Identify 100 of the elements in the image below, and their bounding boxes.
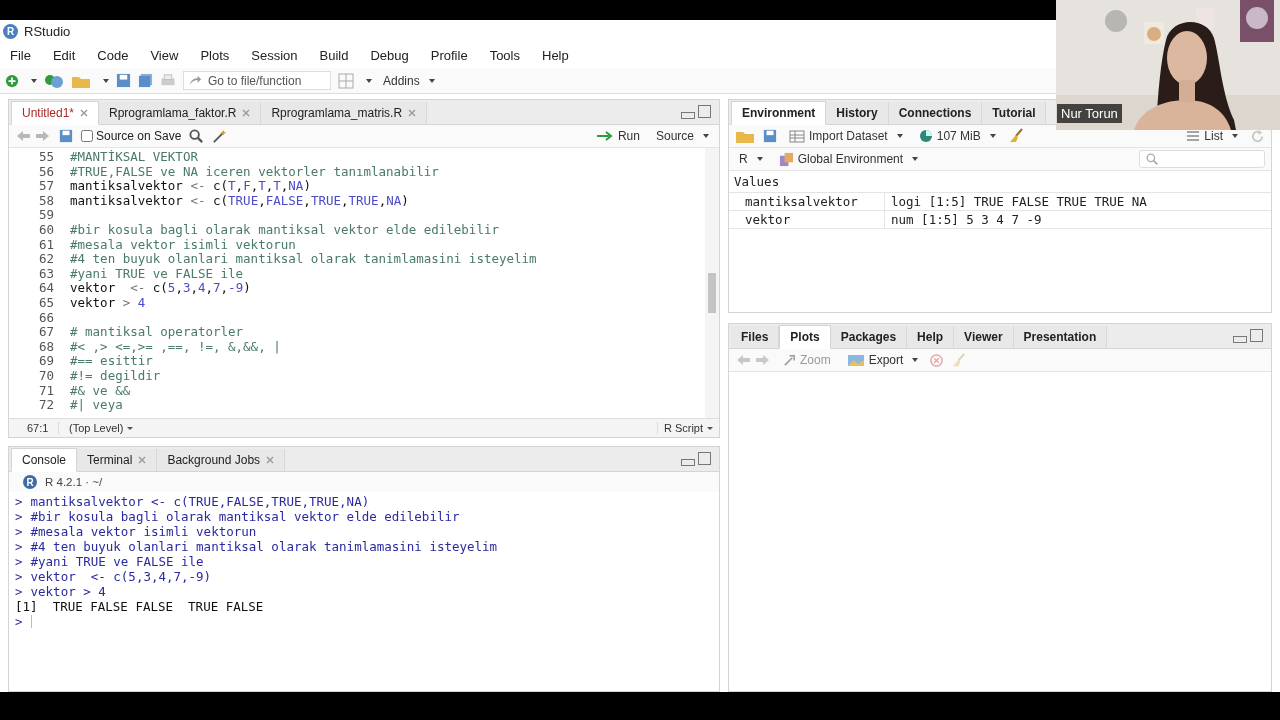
menu-item[interactable]: Session [243, 47, 306, 63]
close-icon[interactable] [138, 456, 147, 464]
table-icon [789, 129, 805, 143]
r-version: R 4.2.1 · ~/ [45, 476, 103, 488]
console-tab[interactable]: Terminal [77, 449, 158, 471]
variable-value: num [1:5] 5 3 4 7 -9 [890, 211, 1042, 228]
files-tab[interactable]: Presentation [1013, 326, 1108, 348]
menu-item[interactable]: Edit [44, 47, 84, 63]
search-icon [1146, 152, 1159, 166]
line-number: 66 [37, 310, 55, 326]
line-number: 59 [37, 208, 55, 223]
save-icon[interactable] [116, 73, 131, 88]
code-line: #< ,> <=,>= ,==, !=, &,&&, | [69, 339, 281, 355]
code-line: vektor <- c(5,3,4,7,-9) [69, 281, 251, 296]
search-icon[interactable] [189, 128, 205, 144]
new-file-icon[interactable] [5, 73, 19, 88]
scrollbar[interactable] [705, 148, 719, 418]
console-prompt: > [15, 569, 23, 584]
menu-item[interactable]: Profile [422, 47, 476, 63]
save-icon[interactable] [763, 129, 777, 143]
console-prompt: > [15, 509, 23, 524]
code-line: vektor > 4 [69, 295, 146, 311]
console-command-text: mantiksalvektor <- c(TRUE,FALSE,TRUE,TRUE,NA) [30, 494, 370, 509]
console-command-text: #yani TRUE ve FALSE ile [30, 554, 204, 569]
caret-icon[interactable] [103, 78, 109, 83]
view-mode-button[interactable]: List [1182, 129, 1242, 143]
environment-selector[interactable]: Global Environment [774, 151, 923, 167]
memory-usage-button[interactable]: 107 MiB [914, 129, 1000, 143]
code-line: #!= degildir [69, 368, 161, 384]
caret-icon[interactable] [31, 78, 37, 83]
menu-item[interactable]: Debug [362, 47, 417, 63]
cursor-position: 67:1 [9, 422, 59, 434]
pie-chart-icon [918, 129, 933, 143]
menu-item[interactable]: Tools [481, 47, 528, 63]
line-number: 58 [37, 193, 55, 209]
editor-tab[interactable]: Untitled1* [11, 101, 100, 125]
arrow-icon [595, 131, 614, 141]
environment-tab[interactable]: Environment [731, 101, 827, 125]
files-tab[interactable]: Viewer [954, 326, 1014, 348]
line-number: 61 [37, 237, 55, 253]
language-selector[interactable]: R [735, 152, 767, 166]
run-button[interactable]: Run [591, 129, 644, 143]
console-prompt: > [15, 584, 23, 599]
files-tab[interactable]: Files [731, 326, 780, 348]
menu-item[interactable]: Build [311, 47, 357, 63]
source-on-save-label: Source on Save [96, 129, 182, 143]
line-number: 69 [37, 354, 55, 369]
import-dataset-button[interactable]: Import Dataset [785, 129, 907, 143]
save-icon[interactable] [59, 129, 73, 143]
console-tab[interactable]: Background Jobs [157, 449, 286, 471]
close-icon[interactable] [266, 456, 275, 464]
minimize-maximize-icon[interactable] [681, 105, 711, 119]
files-tab[interactable]: Help [907, 326, 955, 348]
close-icon[interactable] [408, 109, 417, 117]
close-icon[interactable] [242, 109, 251, 117]
file-type-selector[interactable]: R Script [656, 422, 719, 434]
broom-icon[interactable] [1007, 128, 1024, 144]
files-tab[interactable]: Packages [830, 326, 908, 348]
menu-item[interactable]: View [142, 47, 187, 63]
addins-menu[interactable]: Addins [379, 73, 439, 88]
menu-item[interactable]: File [2, 47, 39, 63]
line-number: 55 [37, 150, 55, 165]
console-command-text: vektor <- c(5,3,4,7,-9) [30, 569, 212, 584]
environment-tab[interactable]: Connections [888, 102, 983, 124]
print-icon[interactable] [160, 73, 176, 88]
export-button[interactable]: Export [842, 353, 923, 367]
environment-tab[interactable]: History [826, 102, 889, 124]
code-line: #4 ten buyuk olanlari mantiksal olarak tanimlamasini isteyelim [69, 252, 537, 267]
r-logo: R [3, 23, 18, 39]
environment-tab[interactable]: Tutorial [982, 102, 1047, 124]
save-all-icon[interactable] [138, 73, 153, 88]
editor-tab[interactable]: Rprogramlama_matris.R [261, 102, 428, 124]
arrow-icon [188, 73, 202, 87]
new-project-icon[interactable] [44, 72, 64, 89]
close-icon[interactable] [80, 109, 89, 117]
console-prompt: > [15, 494, 23, 509]
magic-wand-icon[interactable] [212, 128, 228, 144]
minimize-maximize-icon[interactable] [1233, 329, 1263, 343]
line-number: 70 [37, 368, 55, 384]
search-field[interactable] [1139, 150, 1265, 168]
scope-selector[interactable]: (Top Level) [59, 422, 134, 434]
files-tab[interactable]: Plots [779, 325, 831, 349]
menu-item[interactable]: Code [89, 47, 137, 63]
code-line: #MANTİKSAL VEKTOR [69, 150, 198, 165]
variable-name: vektor [729, 211, 885, 228]
caret-icon[interactable] [366, 78, 372, 83]
menu-item[interactable]: Help [534, 47, 577, 63]
grid-icon[interactable] [338, 72, 354, 89]
minimize-maximize-icon[interactable] [681, 452, 711, 466]
source-button[interactable]: Source [651, 129, 713, 143]
go-to-file-field[interactable]: Go to file/function [183, 71, 331, 90]
participant-name: Nur Torun [1057, 104, 1122, 123]
remove-icon[interactable] [930, 353, 944, 367]
back-forward-icon[interactable] [15, 129, 51, 143]
menu-item[interactable]: Plots [192, 47, 238, 63]
console-tab[interactable]: Console [11, 448, 78, 472]
code-line: #== esittir [69, 354, 153, 369]
editor-tab[interactable]: Rprogramlama_faktor.R [99, 102, 262, 124]
source-on-save-checkbox[interactable] [81, 130, 93, 142]
console-prompt: > [15, 539, 23, 554]
